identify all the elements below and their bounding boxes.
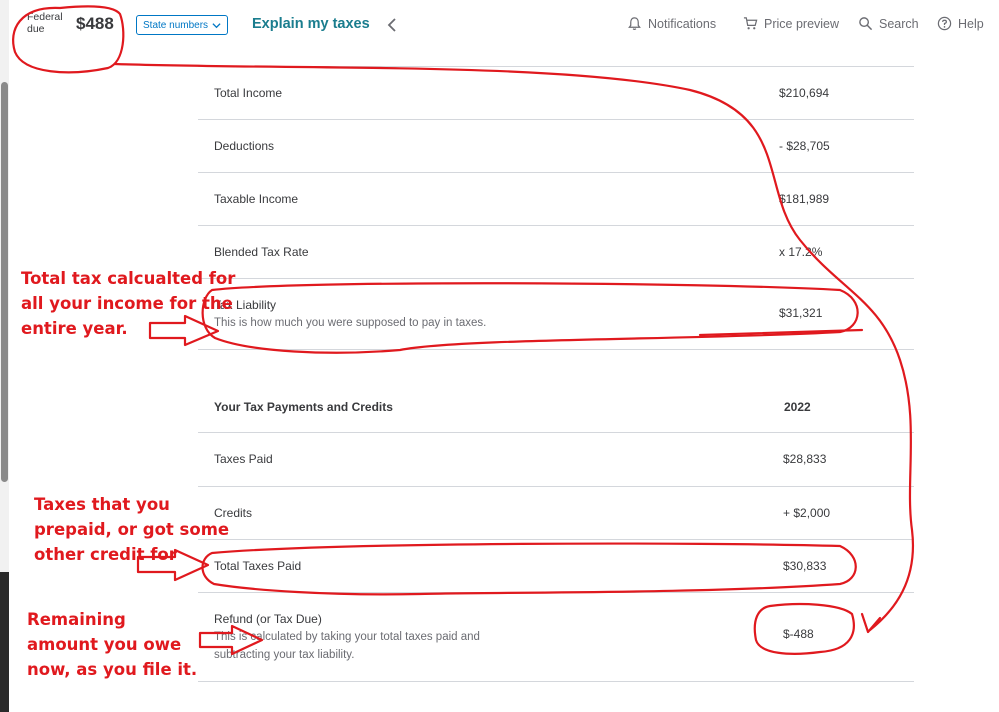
state-numbers-label: State numbers bbox=[143, 19, 209, 31]
annotation-tax-liability: Total tax calcualted for all your income… bbox=[21, 269, 236, 338]
explain-my-taxes-link[interactable]: Explain my taxes bbox=[252, 16, 370, 32]
tax-summary-table: Total Income $210,694 Deductions - $28,7… bbox=[198, 66, 914, 682]
section-heading: Your Tax Payments and Credits bbox=[214, 400, 393, 414]
row-label: Taxable Income bbox=[214, 192, 299, 206]
table-row: Blended Tax Rate x 17.2% bbox=[198, 226, 914, 279]
row-value: + $2,000 bbox=[783, 506, 831, 520]
annotation-remaining: Remaining amount you owe now, as you fil… bbox=[27, 610, 198, 679]
scrollbar-thumb[interactable] bbox=[1, 82, 8, 482]
search-icon bbox=[859, 17, 873, 31]
row-value: $181,989 bbox=[779, 192, 830, 206]
federal-due-label: Federal due bbox=[27, 11, 63, 35]
table-row: Refund (or Tax Due) This is calculated b… bbox=[198, 593, 914, 682]
annotation-prepaid: Taxes that you prepaid, or got some othe… bbox=[34, 495, 230, 564]
row-label: Refund (or Tax Due) bbox=[214, 612, 322, 626]
notifications-label: Notifications bbox=[648, 16, 717, 31]
dark-panel bbox=[0, 572, 9, 712]
search-button[interactable]: Search bbox=[858, 16, 919, 31]
cart-icon bbox=[743, 17, 758, 30]
row-value: $28,833 bbox=[783, 452, 827, 466]
row-label: Total Income bbox=[214, 86, 283, 100]
row-value: x 17.2% bbox=[779, 245, 823, 259]
help-label: Help bbox=[958, 16, 984, 31]
table-row: Total Income $210,694 bbox=[198, 67, 914, 120]
table-row: Deductions - $28,705 bbox=[198, 120, 914, 173]
row-value: $31,321 bbox=[779, 306, 823, 320]
row-value: $210,694 bbox=[779, 86, 830, 100]
payments-header-row: Your Tax Payments and Credits 2022 bbox=[198, 350, 914, 433]
state-numbers-button[interactable]: State numbers bbox=[136, 15, 229, 35]
row-label: Blended Tax Rate bbox=[214, 245, 309, 259]
bell-icon bbox=[628, 17, 641, 30]
help-icon bbox=[937, 16, 952, 31]
row-value: $-488 bbox=[783, 627, 814, 641]
top-header: Federal due $488 State numbers Explain m… bbox=[9, 0, 999, 52]
chevron-down-icon bbox=[212, 22, 221, 28]
price-preview-button[interactable]: Price preview bbox=[743, 16, 839, 31]
table-row: Taxes Paid $28,833 bbox=[198, 433, 914, 487]
row-label: Taxes Paid bbox=[214, 452, 273, 466]
table-row: Tax Liability This is how much you were … bbox=[198, 279, 914, 350]
chevron-left-icon[interactable] bbox=[386, 16, 398, 34]
table-row: Total Taxes Paid $30,833 bbox=[198, 540, 914, 593]
row-value: - $28,705 bbox=[779, 139, 830, 153]
year-heading: 2022 bbox=[784, 400, 811, 414]
row-subtext: This is calculated by taking your total … bbox=[214, 631, 480, 661]
table-row: Taxable Income $181,989 bbox=[198, 173, 914, 226]
table-row: Credits + $2,000 bbox=[198, 487, 914, 540]
search-label: Search bbox=[879, 16, 919, 31]
federal-due-amount: $488 bbox=[76, 14, 114, 33]
row-subtext: This is how much you were supposed to pa… bbox=[214, 317, 487, 329]
row-label: Deductions bbox=[214, 139, 275, 153]
help-button[interactable]: Help bbox=[937, 16, 984, 31]
row-value: $30,833 bbox=[783, 559, 827, 573]
price-preview-label: Price preview bbox=[764, 16, 840, 31]
notifications-button[interactable]: Notifications bbox=[627, 16, 716, 31]
